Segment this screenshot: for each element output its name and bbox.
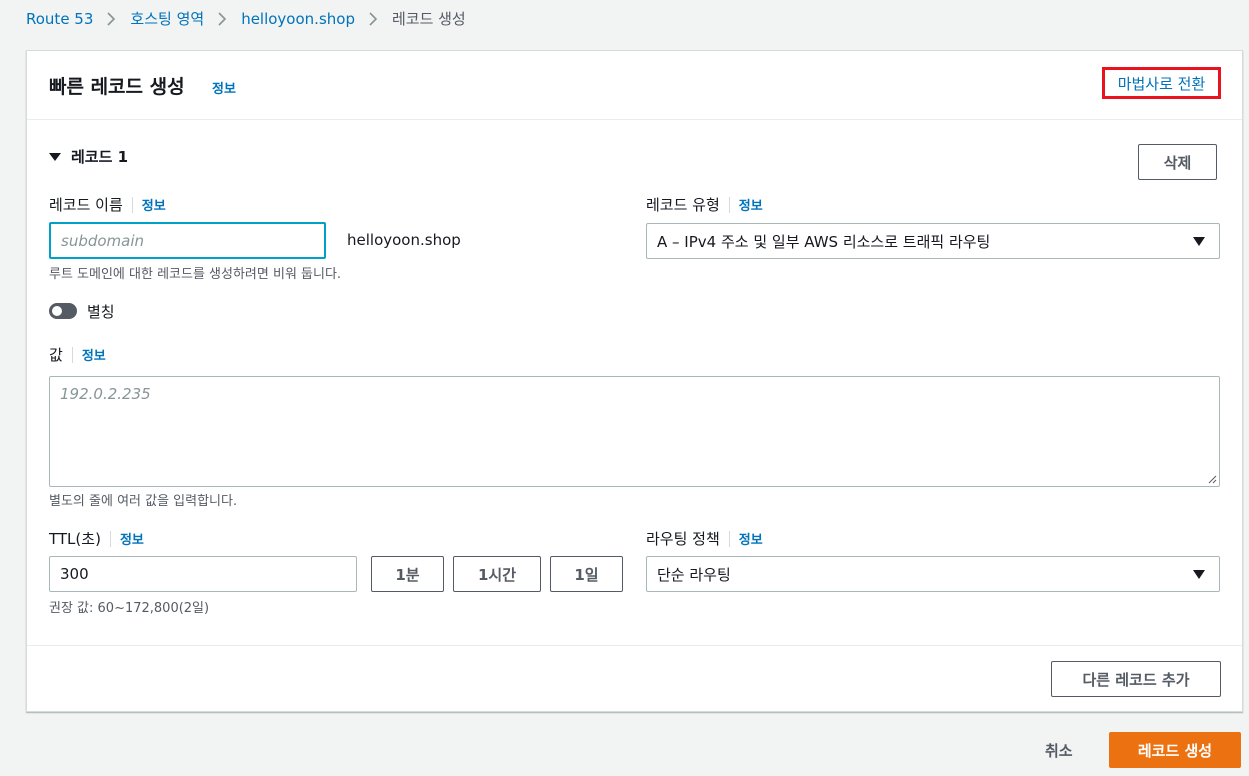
breadcrumb: Route 53 호스팅 영역 helloyoon.shop 레코드 생성 (26, 8, 466, 29)
record-name-label: 레코드 이름 정보 (49, 194, 166, 215)
caret-down-icon (1193, 237, 1205, 246)
ttl-1hour-button[interactable]: 1시간 (453, 556, 541, 592)
title-info-link[interactable]: 정보 (212, 78, 236, 97)
toggle-knob (52, 306, 62, 316)
record-type-info-link[interactable]: 정보 (739, 195, 763, 214)
resize-grip-icon[interactable] (1207, 474, 1217, 484)
cancel-button[interactable]: 취소 (1045, 740, 1073, 761)
record-type-label: 레코드 유형 정보 (646, 194, 763, 215)
alias-toggle[interactable] (49, 303, 77, 319)
caret-down-icon (1193, 570, 1205, 579)
create-records-button[interactable]: 레코드 생성 (1109, 732, 1241, 768)
panel-header: 빠른 레코드 생성 정보 마법사로 전환 (27, 51, 1242, 120)
ttl-input[interactable]: 300 (49, 556, 357, 592)
breadcrumb-route53[interactable]: Route 53 (26, 10, 93, 28)
value-hint: 별도의 줄에 여러 값을 입력합니다. (49, 494, 238, 509)
routing-policy-label-text: 라우팅 정책 (646, 530, 720, 548)
chevron-right-icon (369, 11, 378, 26)
value-placeholder: 192.0.2.235 (60, 385, 151, 403)
ttl-value: 300 (60, 565, 89, 583)
record-name-label-text: 레코드 이름 (49, 196, 123, 214)
alias-label: 별칭 (87, 303, 115, 321)
record-name-placeholder: subdomain (61, 231, 145, 250)
page-title: 빠른 레코드 생성 (49, 76, 185, 98)
breadcrumb-zone[interactable]: helloyoon.shop (241, 10, 355, 28)
ttl-label-text: TTL(초) (49, 530, 101, 548)
switch-to-wizard-link[interactable]: 마법사로 전환 (1102, 67, 1221, 99)
record-name-hint: 루트 도메인에 대한 레코드를 생성하려면 비워 둡니다. (49, 267, 342, 282)
value-label-text: 값 (49, 346, 63, 364)
caret-down-icon (49, 152, 61, 161)
record-type-select[interactable]: A – IPv4 주소 및 일부 AWS 리소스로 트래픽 라우팅 (646, 223, 1220, 259)
record-name-info-link[interactable]: 정보 (142, 195, 166, 214)
ttl-info-link[interactable]: 정보 (120, 529, 144, 548)
add-another-record-button[interactable]: 다른 레코드 추가 (1051, 661, 1221, 697)
ttl-label: TTL(초) 정보 (49, 528, 144, 549)
ttl-1day-button[interactable]: 1일 (550, 556, 623, 592)
value-textarea[interactable]: 192.0.2.235 (49, 376, 1220, 487)
routing-policy-label: 라우팅 정책 정보 (646, 528, 763, 549)
breadcrumb-current: 레코드 생성 (391, 10, 466, 28)
ttl-1min-button[interactable]: 1분 (371, 556, 444, 592)
record-section-title: 레코드 1 (71, 148, 129, 166)
ttl-hint: 권장 값: 60~172,800(2일) (49, 601, 210, 616)
quick-create-panel: 빠른 레코드 생성 정보 마법사로 전환 레코드 1 삭제 레코드 이름 정보 … (26, 50, 1243, 712)
value-label: 값 정보 (49, 344, 106, 365)
value-info-link[interactable]: 정보 (82, 345, 106, 364)
routing-policy-select[interactable]: 단순 라우팅 (646, 556, 1220, 592)
record-type-value: A – IPv4 주소 및 일부 AWS 리소스로 트래픽 라우팅 (657, 232, 991, 251)
chevron-right-icon (218, 11, 227, 26)
record-name-input[interactable]: subdomain (49, 222, 326, 259)
routing-policy-value: 단순 라우팅 (657, 565, 731, 584)
breadcrumb-hosted-zones[interactable]: 호스팅 영역 (130, 8, 204, 29)
chevron-right-icon (107, 11, 116, 26)
record-type-label-text: 레코드 유형 (646, 196, 720, 214)
delete-record-button[interactable]: 삭제 (1138, 144, 1217, 180)
record-section-toggle[interactable]: 레코드 1 (49, 146, 128, 167)
routing-policy-info-link[interactable]: 정보 (739, 529, 763, 548)
divider (27, 645, 1242, 646)
domain-suffix: helloyoon.shop (347, 231, 461, 249)
